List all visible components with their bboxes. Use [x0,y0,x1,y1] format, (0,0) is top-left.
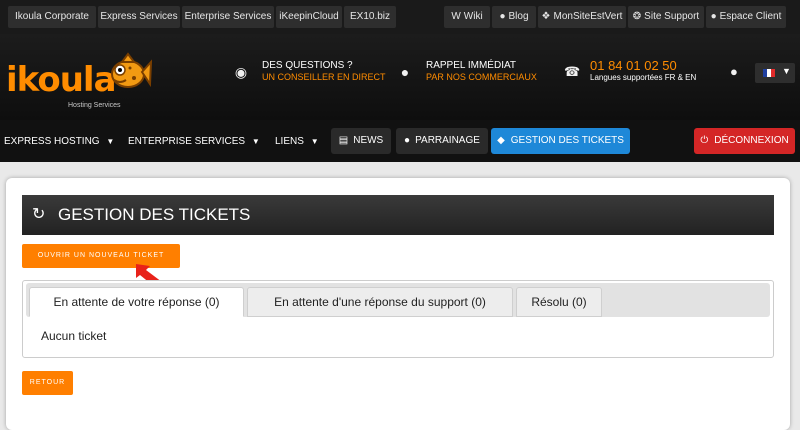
caret-down-icon: ▼ [251,137,260,146]
ticket-icon: ◆ [497,135,505,146]
top-link-ikoula-corporate[interactable]: Ikoula Corporate [8,6,96,28]
button-label: OUVRIR UN NOUVEAU TICKET [37,252,165,259]
caret-down-icon: ▼ [310,137,319,146]
caret-down-icon: ▼ [782,66,791,76]
top-link-label: MonSiteEstVert [553,11,623,22]
nav-gestion-tickets[interactable]: ◆ GESTION DES TICKETS [491,128,630,154]
logout-button[interactable]: ⏻ DÉCONNEXION [694,128,795,154]
main-navbar: EXPRESS HOSTING ▼ ENTERPRISE SERVICES ▼ … [0,120,800,162]
chat-icon: ◉ [234,64,248,80]
phone-languages: Langues supportées FR & EN [590,73,697,82]
top-link-label: Ikoula Corporate [15,11,89,22]
callback-title: RAPPEL IMMÉDIAT [426,60,517,71]
nav-label: PARRAINAGE [415,135,480,146]
lifebuoy-icon: ❂ [632,11,642,22]
nav-label: EXPRESS HOSTING [4,136,100,147]
tab-resolved[interactable]: Résolu (0) [516,287,602,317]
tab-awaiting-your-reply[interactable]: En attente de votre réponse (0) [29,287,244,317]
nav-label: DÉCONNEXION [714,135,789,146]
power-icon: ⏻ [700,135,709,146]
top-link-label: Express Services [100,11,178,22]
caret-down-icon: ▼ [106,137,115,146]
fish-mascot-icon [111,52,152,88]
wikipedia-icon: W [451,11,461,22]
questions-title: DES QUESTIONS ? [262,60,353,71]
leaf-icon: ❖ [541,11,551,22]
logo-subtitle: Hosting Services [68,102,121,109]
empty-tickets-message: Aucun ticket [41,329,107,343]
back-button[interactable]: RETOUR [22,371,73,395]
top-link-label: Blog [508,11,529,22]
top-link-enterprise-services[interactable]: Enterprise Services [182,6,274,28]
tab-label: En attente d'une réponse du support (0) [274,295,486,309]
phone-icon: ☎ [564,64,581,79]
top-link-ex10[interactable]: EX10.biz [344,6,396,28]
nav-label: LIENS [275,136,304,147]
top-link-espace-client[interactable]: ● Espace Client [706,6,786,28]
top-link-wiki[interactable]: W Wiki [444,6,490,28]
questions-subtitle: UN CONSEILLER EN DIRECT [262,72,386,82]
top-link-blog[interactable]: ● Blog [492,6,536,28]
newspaper-icon: ▤ [338,135,349,146]
logo-text: ikoula [6,60,117,100]
top-link-label: Espace Client [719,11,782,22]
language-selector[interactable]: ▼ [755,63,795,83]
tab-label: Résolu (0) [531,295,587,309]
user-icon: ● [710,11,717,22]
top-bar: Ikoula Corporate Express Services Enterp… [0,0,800,34]
nav-label: GESTION DES TICKETS [510,135,624,146]
top-link-label: Wiki [463,11,483,22]
comments-icon: ● [499,11,506,22]
ikoula-logo[interactable]: ikoula Hosting Services [6,48,156,109]
phone-number: 01 84 01 02 50 [590,58,677,73]
nav-label: NEWS [353,135,384,146]
french-flag-icon [763,69,775,77]
refresh-icon: ↻ [32,206,46,223]
top-link-ikeepincloud[interactable]: iKeepinCloud [276,6,342,28]
nav-parrainage[interactable]: ● PARRAINAGE [396,128,488,154]
top-link-monsiteestvert[interactable]: ❖ MonSiteEstVert [538,6,626,28]
nav-label: ENTERPRISE SERVICES [128,136,246,147]
top-link-express-services[interactable]: Express Services [98,6,180,28]
top-link-label: EX10.biz [349,11,391,22]
top-link-label: iKeepinCloud [279,11,339,22]
top-link-label: Enterprise Services [184,11,272,22]
nav-news[interactable]: ▤ NEWS [331,128,391,154]
top-link-site-support[interactable]: ❂ Site Support [628,6,704,28]
callback-subtitle: PAR NOS COMMERCIAUX [426,72,537,82]
top-link-label: Site Support [644,11,700,22]
users-icon: ● [404,135,411,146]
nav-express-hosting[interactable]: EXPRESS HOSTING ▼ [4,130,114,154]
globe-icon: ● [730,64,738,79]
page-title-bar: ↻ GESTION DES TICKETS [22,195,774,235]
site-header: ikoula Hosting Services ◉ DES QUESTIONS … [0,34,800,120]
nav-enterprise-services[interactable]: ENTERPRISE SERVICES ▼ [128,130,260,154]
tab-awaiting-support-reply[interactable]: En attente d'une réponse du support (0) [247,287,513,317]
nav-liens[interactable]: LIENS ▼ [275,130,319,154]
user-icon: ● [400,64,410,80]
tab-label: En attente de votre réponse (0) [53,295,220,309]
button-label: RETOUR [29,379,66,386]
page-title: GESTION DES TICKETS [58,205,251,224]
